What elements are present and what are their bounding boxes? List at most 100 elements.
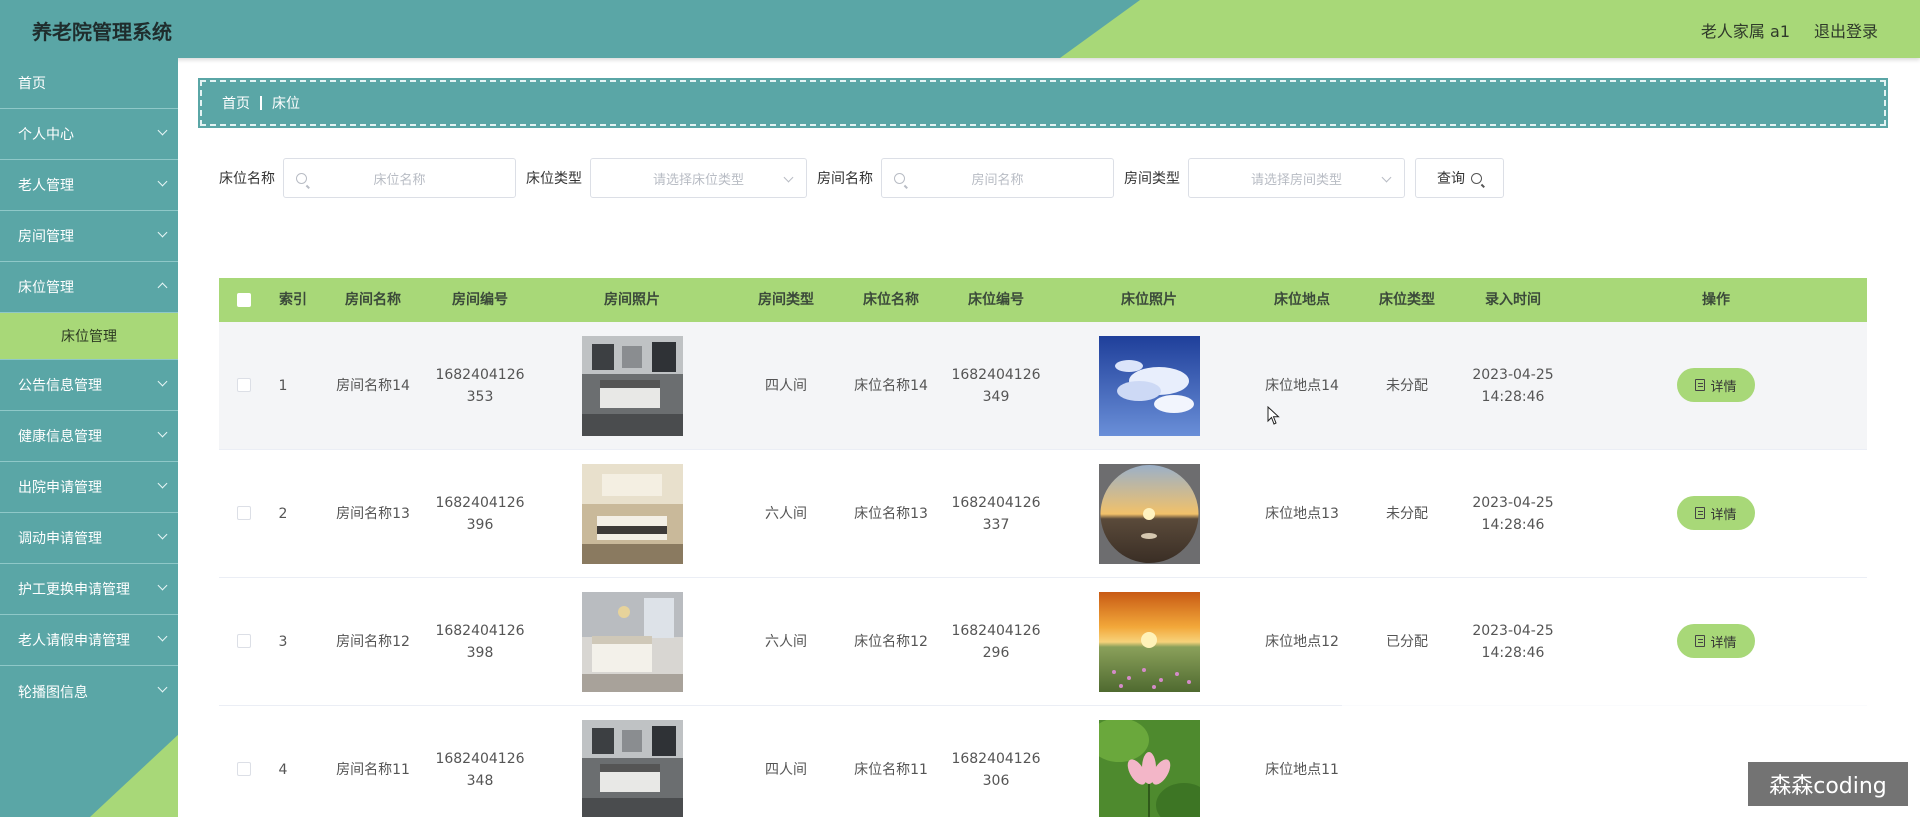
sidebar-item-elderly-management[interactable]: 老人管理 bbox=[0, 160, 178, 211]
bed-location-cell: 床位地点14 bbox=[1265, 378, 1339, 394]
bed-photo bbox=[1099, 336, 1200, 436]
bed-no-line: 306 bbox=[982, 773, 1010, 789]
breadcrumb-separator bbox=[260, 96, 262, 110]
chevron-down-icon bbox=[783, 172, 794, 183]
app-title: 养老院管理系统 bbox=[32, 20, 172, 44]
sidebar-item-personal-center[interactable]: 个人中心 bbox=[0, 109, 178, 160]
row-checkbox[interactable] bbox=[237, 378, 251, 392]
sidebar-item-label: 健康信息管理 bbox=[18, 429, 102, 445]
bed-type-select[interactable]: 请选择床位类型 bbox=[590, 158, 807, 198]
bed-location-cell: 床位地点11 bbox=[1265, 762, 1339, 778]
bed-name-input[interactable]: 床位名称 bbox=[283, 158, 516, 198]
sidebar-item-bed-management[interactable]: 床位管理 bbox=[0, 262, 178, 313]
bed-no-cell: 1682404126 306 bbox=[951, 706, 1040, 817]
table-row: 2 房间名称13 1682404126 396 六人间 床位名称13 168240… bbox=[219, 450, 1867, 578]
chevron-down-icon bbox=[157, 580, 168, 591]
breadcrumb-home[interactable]: 首页 bbox=[222, 93, 250, 113]
sidebar-item-health-management[interactable]: 健康信息管理 bbox=[0, 411, 178, 462]
room-no-line: 1682404126 bbox=[435, 495, 525, 511]
row-checkbox[interactable] bbox=[237, 634, 251, 648]
column-header: 床位名称 bbox=[863, 292, 919, 308]
bed-photo bbox=[1099, 464, 1200, 564]
sidebar-item-label: 个人中心 bbox=[18, 127, 74, 143]
room-no-line: 1682404126 bbox=[435, 623, 525, 639]
bed-type-cell: 已分配 bbox=[1386, 634, 1428, 650]
column-header: 床位照片 bbox=[1121, 292, 1177, 308]
bed-type-label: 床位类型 bbox=[526, 171, 582, 187]
chevron-up-icon bbox=[157, 282, 168, 293]
room-photo bbox=[582, 464, 683, 564]
room-photo bbox=[582, 336, 683, 436]
time-line: 2023-04-25 bbox=[1472, 623, 1554, 639]
time-line: 14:28:46 bbox=[1481, 645, 1545, 661]
room-name-cell: 房间名称11 bbox=[336, 762, 410, 778]
sidebar-item-home[interactable]: 首页 bbox=[0, 58, 178, 109]
room-name-input[interactable]: 房间名称 bbox=[881, 158, 1114, 198]
room-type-label: 房间类型 bbox=[1124, 171, 1180, 187]
row-index: 4 bbox=[278, 762, 288, 778]
sidebar-item-discharge-management[interactable]: 出院申请管理 bbox=[0, 462, 178, 513]
room-no-line: 348 bbox=[466, 773, 494, 789]
breadcrumb: 首页 床位 bbox=[198, 78, 1888, 128]
room-name-cell: 房间名称13 bbox=[336, 506, 410, 522]
sidebar-item-label: 房间管理 bbox=[18, 229, 74, 245]
room-no-line: 353 bbox=[466, 389, 494, 405]
bed-no-cell: 1682404126 349 bbox=[951, 322, 1040, 450]
sidebar-item-label: 老人管理 bbox=[18, 178, 74, 194]
chevron-down-icon bbox=[157, 682, 168, 693]
column-header: 床位地点 bbox=[1274, 292, 1330, 308]
table-row: 1 房间名称14 1682404126 353 四人间 床位名称14 168240… bbox=[219, 322, 1867, 450]
detail-button-label: 详情 bbox=[1710, 507, 1737, 523]
bed-type-cell: 未分配 bbox=[1386, 506, 1428, 522]
room-type-cell: 六人间 bbox=[765, 634, 807, 650]
chevron-down-icon bbox=[1381, 172, 1392, 183]
column-header: 房间名称 bbox=[345, 292, 401, 308]
created-time-cell: 2023-04-25 14:28:46 bbox=[1472, 450, 1553, 578]
sidebar-item-notice-management[interactable]: 公告信息管理 bbox=[0, 360, 178, 411]
bed-no-line: 1682404126 bbox=[951, 751, 1041, 767]
sidebar-item-carousel-info[interactable]: 轮播图信息 bbox=[0, 666, 178, 717]
column-header: 房间类型 bbox=[758, 292, 814, 308]
row-index: 3 bbox=[278, 634, 288, 650]
document-icon bbox=[1695, 379, 1706, 391]
search-icon bbox=[894, 173, 905, 184]
sidebar-item-label: 首页 bbox=[18, 76, 46, 92]
row-checkbox[interactable] bbox=[237, 762, 251, 776]
detail-button[interactable]: 详情 bbox=[1677, 496, 1755, 530]
sidebar-item-transfer-management[interactable]: 调动申请管理 bbox=[0, 513, 178, 564]
bed-name-cell: 床位名称12 bbox=[854, 634, 928, 650]
breadcrumb-current: 床位 bbox=[272, 96, 300, 112]
room-no-line: 396 bbox=[466, 517, 494, 533]
sidebar-subitem-bed-management[interactable]: 床位管理 bbox=[0, 313, 178, 360]
room-name-cell: 房间名称12 bbox=[336, 634, 410, 650]
chevron-down-icon bbox=[157, 376, 168, 387]
room-photo bbox=[582, 720, 683, 817]
chevron-down-icon bbox=[157, 427, 168, 438]
sidebar-item-label: 护工更换申请管理 bbox=[18, 582, 130, 598]
sidebar-item-room-management[interactable]: 房间管理 bbox=[0, 211, 178, 262]
room-type-cell: 六人间 bbox=[765, 506, 807, 522]
column-header: 房间照片 bbox=[604, 292, 660, 308]
time-line: 14:28:46 bbox=[1481, 389, 1545, 405]
column-header: 床位类型 bbox=[1379, 292, 1435, 308]
room-no-cell: 1682404126 398 bbox=[435, 578, 524, 706]
detail-button-label: 详情 bbox=[1710, 635, 1737, 651]
query-button[interactable]: 查询 bbox=[1415, 158, 1504, 198]
detail-button[interactable]: 详情 bbox=[1677, 368, 1755, 402]
bed-no-line: 1682404126 bbox=[951, 495, 1041, 511]
room-name-placeholder: 房间名称 bbox=[971, 172, 1024, 188]
detail-button[interactable]: 详情 bbox=[1677, 624, 1755, 658]
sidebar-item-leave-management[interactable]: 老人请假申请管理 bbox=[0, 615, 178, 666]
chevron-down-icon bbox=[157, 478, 168, 489]
bed-location-cell: 床位地点13 bbox=[1265, 506, 1339, 522]
bed-no-line: 1682404126 bbox=[951, 367, 1041, 383]
logout-link[interactable]: 退出登录 bbox=[1814, 18, 1878, 42]
table-row: 3 房间名称12 1682404126 398 六人间 床位名称12 168240… bbox=[219, 578, 1867, 706]
bed-photo bbox=[1099, 720, 1200, 817]
header-green-accent bbox=[1060, 0, 1920, 58]
select-all-checkbox[interactable] bbox=[237, 293, 251, 307]
sidebar-item-caregiver-change-management[interactable]: 护工更换申请管理 bbox=[0, 564, 178, 615]
sidebar-item-label: 轮播图信息 bbox=[18, 684, 88, 701]
row-checkbox[interactable] bbox=[237, 506, 251, 520]
room-type-select[interactable]: 请选择房间类型 bbox=[1188, 158, 1405, 198]
